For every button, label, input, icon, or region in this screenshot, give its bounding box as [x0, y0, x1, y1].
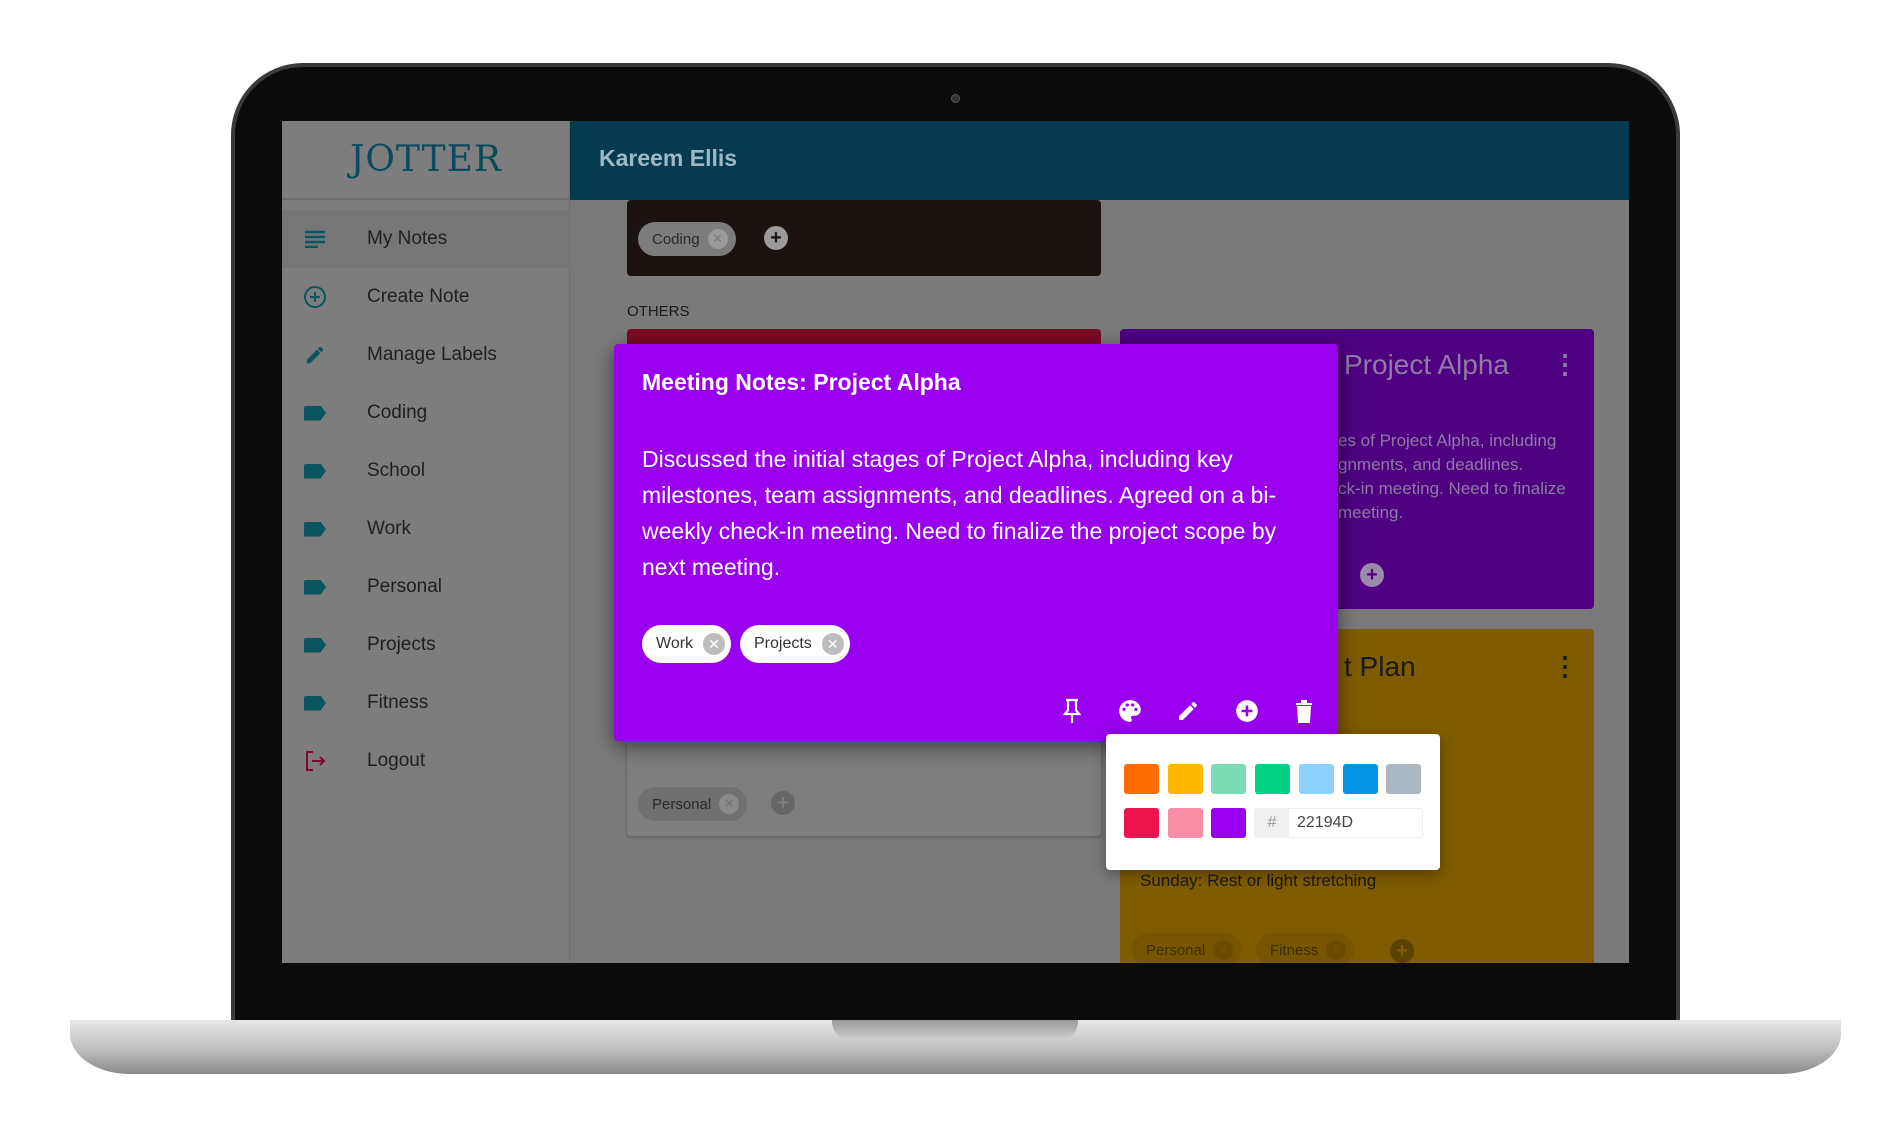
note-title: Project Alpha	[1344, 349, 1509, 380]
sidebar-item-create-note[interactable]: Create Note	[282, 268, 570, 326]
label-icon	[302, 690, 328, 716]
color-swatch[interactable]	[1386, 764, 1422, 794]
sidebar-item-school[interactable]: School	[282, 442, 570, 500]
delete-icon[interactable]	[1289, 696, 1319, 726]
add-label-icon[interactable]: +	[1390, 939, 1414, 963]
add-label-icon[interactable]	[1232, 696, 1262, 726]
sidebar-item-label: Work	[367, 518, 411, 539]
label-chip[interactable]: Fitness ✕	[1256, 933, 1355, 963]
sidebar-item-label: Logout	[367, 750, 426, 771]
color-swatch[interactable]	[1342, 764, 1378, 794]
sidebar-item-coding[interactable]: Coding	[282, 384, 570, 442]
pinned-note-card[interactable]: Coding ✕ +	[627, 200, 1101, 276]
label-icon	[302, 516, 328, 542]
color-swatch[interactable]	[1167, 808, 1203, 838]
add-label-icon[interactable]: +	[764, 226, 788, 250]
sidebar: JOTTER My Notes Create Note Manage Labels C…	[282, 121, 570, 963]
header: Kareem Ellis	[570, 121, 1629, 200]
webcam	[951, 94, 960, 103]
remove-label-icon[interactable]: ✕	[719, 794, 740, 814]
sidebar-item-label: Personal	[367, 576, 442, 597]
sidebar-item-fitness[interactable]: Fitness	[282, 674, 570, 732]
sidebar-item-label: Projects	[367, 634, 436, 655]
remove-label-icon[interactable]: ✕	[707, 229, 728, 249]
modal-note-body[interactable]: Discussed the initial stages of Project …	[642, 441, 1322, 585]
color-palette-popover: #	[1106, 734, 1440, 870]
color-swatch[interactable]	[1211, 764, 1247, 794]
label-chip[interactable]: Personal ✕	[1132, 933, 1242, 963]
sidebar-item-label: Manage Labels	[367, 344, 497, 365]
sidebar-item-logout[interactable]: Logout	[282, 732, 570, 790]
color-swatch[interactable]	[1167, 764, 1203, 794]
label-chip[interactable]: Personal ✕	[638, 787, 748, 821]
label-icon	[302, 574, 328, 600]
label-icon	[302, 400, 328, 426]
label-icon	[302, 458, 328, 484]
color-swatch[interactable]	[1255, 764, 1291, 794]
sidebar-item-projects[interactable]: Projects	[282, 616, 570, 674]
sidebar-item-personal[interactable]: Personal	[282, 558, 570, 616]
logo: JOTTER	[282, 121, 570, 200]
label-chip[interactable]: Coding ✕	[638, 222, 736, 256]
color-swatch[interactable]	[1298, 764, 1334, 794]
sidebar-item-label: My Notes	[367, 228, 448, 249]
add-circle-icon	[302, 284, 328, 310]
logout-icon	[302, 748, 328, 774]
sidebar-item-work[interactable]: Work	[282, 500, 570, 558]
laptop-notch	[832, 1020, 1078, 1040]
hex-color-input[interactable]	[1289, 809, 1419, 837]
add-label-icon[interactable]: +	[771, 791, 795, 815]
modal-note-title[interactable]: Meeting Notes: Project Alpha	[642, 369, 961, 396]
hex-color-field: #	[1254, 808, 1423, 838]
note-title: t Plan	[1344, 651, 1416, 682]
color-swatch[interactable]	[1211, 808, 1247, 838]
remove-label-icon[interactable]: ✕	[1213, 940, 1234, 960]
edit-icon[interactable]	[1173, 696, 1203, 726]
sidebar-item-label: School	[367, 460, 426, 481]
note-body: es of Project Alpha, including gnments, …	[1338, 431, 1566, 522]
palette-icon[interactable]	[1115, 696, 1145, 726]
more-icon[interactable]: ⋮	[1552, 349, 1578, 380]
hash-prefix: #	[1255, 809, 1289, 837]
sidebar-item-my-notes[interactable]: My Notes	[282, 210, 570, 268]
note-edit-modal: Meeting Notes: Project Alpha Discussed t…	[614, 344, 1338, 741]
app-screen: JOTTER My Notes Create Note Manage Labels C…	[282, 121, 1629, 963]
label-chip-projects[interactable]: Projects ✕	[740, 625, 850, 663]
pin-icon[interactable]	[1057, 696, 1087, 726]
others-heading: OTHERS	[627, 303, 690, 320]
sidebar-item-label: Coding	[367, 402, 428, 423]
more-icon[interactable]: ⋮	[1552, 651, 1578, 682]
sidebar-item-manage-labels[interactable]: Manage Labels	[282, 326, 570, 384]
remove-label-icon[interactable]: ✕	[703, 633, 726, 655]
add-label-icon[interactable]: +	[1360, 563, 1384, 587]
remove-label-icon[interactable]: ✕	[1326, 940, 1347, 960]
notes-icon	[302, 226, 328, 252]
label-icon	[302, 632, 328, 658]
label-chip-work[interactable]: Work ✕	[642, 625, 732, 663]
color-swatch[interactable]	[1124, 808, 1159, 838]
sidebar-item-label: Create Note	[367, 286, 470, 307]
remove-label-icon[interactable]: ✕	[821, 633, 844, 655]
pencil-icon	[302, 342, 328, 368]
note-body: Sunday: Rest or light stretching	[1140, 871, 1377, 890]
user-name: Kareem Ellis	[599, 145, 738, 171]
color-swatch[interactable]	[1124, 764, 1159, 794]
sidebar-item-label: Fitness	[367, 692, 429, 713]
